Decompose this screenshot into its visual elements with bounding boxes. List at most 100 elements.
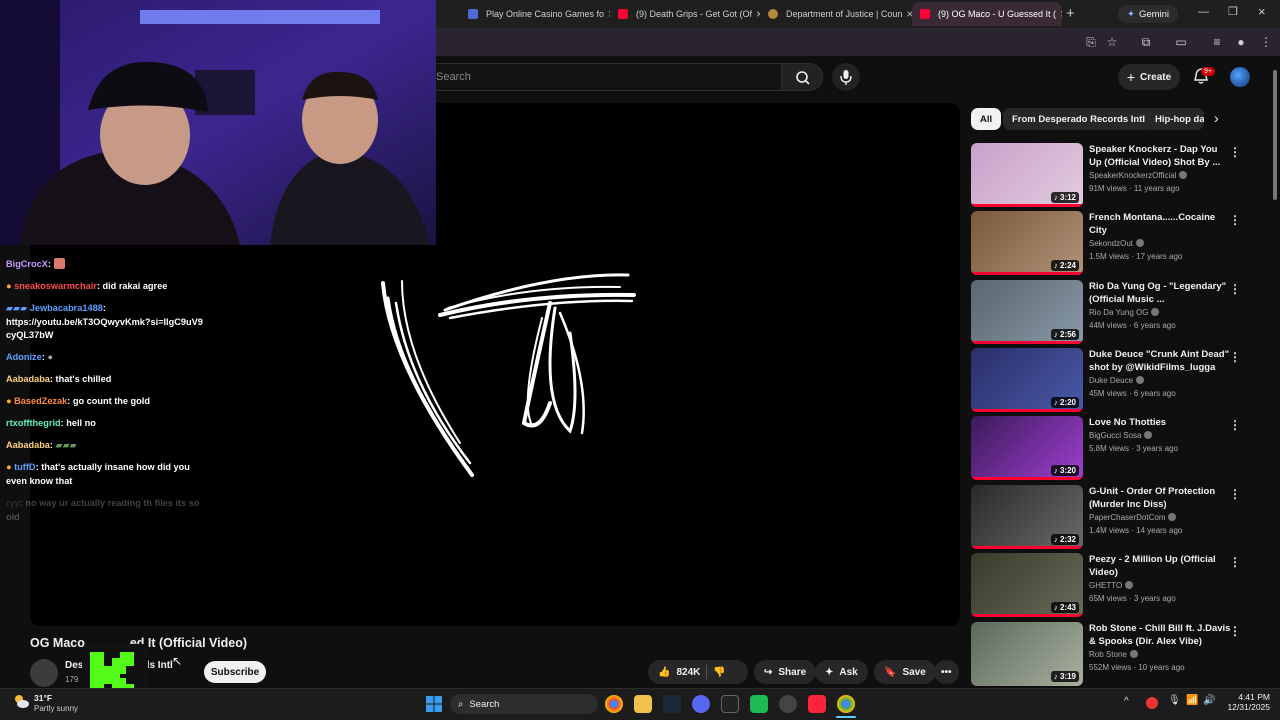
tab-og-maco[interactable]: (9) OG Maco - U Guessed It ( × [912, 2, 1062, 26]
video-thumbnail[interactable]: ♪ 2:24 [971, 211, 1083, 275]
video-thumbnail[interactable]: ♪ 3:20 [971, 416, 1083, 480]
recommendation-title[interactable]: Rob Stone - Chill Bill ft. J.Davis & Spo… [1089, 622, 1231, 648]
video-thumbnail[interactable]: ♪ 2:56 [971, 280, 1083, 344]
video-thumbnail[interactable]: ♪ 3:19 [971, 622, 1083, 686]
close-icon[interactable]: × [902, 7, 912, 21]
recommendation-item[interactable]: ♪ 2:32 G-Unit - Order Of Protection (Murd… [971, 485, 1261, 549]
taskbar-search[interactable]: ⌕ Search [450, 694, 598, 714]
video-thumbnail[interactable]: ♪ 2:32 [971, 485, 1083, 549]
chip-all[interactable]: All [971, 108, 1002, 130]
bookmark-star-icon[interactable]: ☆ [1104, 34, 1120, 50]
steam-icon[interactable] [663, 695, 681, 713]
tab-casino[interactable]: Play Online Casino Games fo × [460, 2, 610, 26]
profile-icon[interactable]: ● [1233, 34, 1249, 50]
like-dislike-group[interactable]: 👍 824K 👎 [648, 660, 748, 684]
search-button[interactable] [781, 63, 823, 91]
recommendation-channel[interactable]: PaperChaserDotCom [1089, 513, 1177, 522]
file-explorer-icon[interactable] [634, 695, 652, 713]
create-button[interactable]: + Create [1118, 64, 1180, 90]
maximize-button[interactable]: ❐ [1228, 5, 1238, 18]
app-icon[interactable] [721, 695, 739, 713]
kebab-menu-icon[interactable]: ⋮ [1229, 145, 1241, 159]
recommendation-title[interactable]: G-Unit - Order Of Protection (Murder Inc… [1089, 485, 1231, 511]
install-app-icon[interactable]: ⎘ [1083, 34, 1099, 50]
chip-from-channel[interactable]: From Desperado Records Intl [1003, 108, 1155, 130]
save-button[interactable]: 🔖 Save [874, 660, 936, 684]
recommendation-title[interactable]: French Montana......Cocaine City [1089, 211, 1231, 237]
tab-label: Play Online Casino Games fo [486, 9, 605, 19]
share-button[interactable]: ↪ Share [754, 660, 817, 684]
window-close-button[interactable]: × [1258, 4, 1266, 19]
chrome-icon[interactable] [605, 695, 623, 713]
ask-button[interactable]: ✦ Ask [815, 660, 868, 684]
recommendation-title[interactable]: Rio Da Yung Og - "Legendary" (Official M… [1089, 280, 1231, 306]
minimize-button[interactable]: — [1198, 6, 1209, 18]
kebab-menu-icon[interactable]: ⋮ [1229, 487, 1241, 501]
recommendation-title[interactable]: Peezy - 2 Million Up (Official Video) [1089, 553, 1231, 579]
recommendation-channel[interactable]: Duke Deuce [1089, 376, 1145, 385]
mic-tray-icon[interactable]: 🎙 [1168, 695, 1181, 706]
recommendation-item[interactable]: ♪ 2:56 Rio Da Yung Og - "Legendary" (Offi… [971, 280, 1261, 344]
tray-app-icon[interactable] [1146, 697, 1158, 709]
video-thumbnail[interactable]: ♪ 2:43 [971, 553, 1083, 617]
recommendation-title[interactable]: Duke Deuce "Crunk Aint Dead" shot by @Wi… [1089, 348, 1231, 374]
recommendation-channel[interactable]: Rob Stone [1089, 650, 1138, 659]
video-thumbnail[interactable]: ♪ 3:12 [971, 143, 1083, 207]
kebab-menu-icon[interactable]: ⋮ [1229, 555, 1241, 569]
recommendation-channel[interactable]: Rio Da Yung OG [1089, 308, 1160, 317]
close-icon[interactable]: × [752, 7, 760, 21]
thumbs-up-icon[interactable]: 👍 [658, 667, 670, 678]
thumbs-down-icon[interactable]: 👎 [713, 667, 725, 678]
kebab-menu-icon[interactable]: ⋮ [1229, 418, 1241, 432]
new-tab-button[interactable]: + [1066, 5, 1075, 22]
recommendation-channel[interactable]: SpeakerKnockerzOfficial [1089, 171, 1188, 180]
menu-dots-icon[interactable]: ⋮ [1258, 34, 1274, 50]
recommendation-item[interactable]: ♪ 2:43 Peezy - 2 Million Up (Official Vid… [971, 553, 1261, 617]
tray-chevron-icon[interactable]: ^ [1124, 696, 1129, 707]
video-thumbnail[interactable]: ♪ 2:20 [971, 348, 1083, 412]
voice-search-button[interactable] [832, 63, 860, 91]
recommendation-item[interactable]: ♪ 3:20 Love No Thotties BigGucci Sosa 5.8M … [971, 416, 1261, 480]
clock[interactable]: 4:41 PM 12/31/2025 [1222, 692, 1270, 712]
kebab-menu-icon[interactable]: ⋮ [1229, 282, 1241, 296]
gemini-button[interactable]: ✦ Gemini [1118, 5, 1178, 23]
chevron-right-icon[interactable]: › [1214, 110, 1219, 126]
weather-desc: Partly sunny [34, 704, 79, 713]
windows-start-icon[interactable] [426, 696, 442, 712]
recommendation-item[interactable]: ♪ 3:19 Rob Stone - Chill Bill ft. J.Davis… [971, 622, 1261, 686]
recommendation-channel[interactable]: SekondzOut [1089, 239, 1145, 248]
cast-icon[interactable]: ▭ [1173, 34, 1189, 50]
weather-icon[interactable] [12, 692, 30, 710]
recommendation-item[interactable]: ♪ 2:24 French Montana......Cocaine City Se… [971, 211, 1261, 275]
chrome-active-icon[interactable] [837, 695, 855, 713]
scrollbar[interactable] [1272, 60, 1278, 686]
volume-icon[interactable]: 🔊 [1203, 695, 1215, 706]
account-avatar[interactable] [1230, 67, 1250, 87]
media-icon[interactable]: ≡ [1209, 34, 1225, 50]
music-icon[interactable] [808, 695, 826, 713]
recommendation-item[interactable]: ♪ 2:20 Duke Deuce "Crunk Aint Dead" shot … [971, 348, 1261, 412]
kebab-menu-icon[interactable]: ⋮ [1229, 624, 1241, 638]
recommendation-channel[interactable]: GHETTO [1089, 581, 1134, 590]
tab-doj[interactable]: Department of Justice | Coun × [760, 2, 912, 26]
recommendation-item[interactable]: ♪ 3:12 Speaker Knockerz - Dap You Up (Off… [971, 143, 1261, 207]
kebab-menu-icon[interactable]: ⋮ [1229, 350, 1241, 364]
tab-death-grips[interactable]: (9) Death Grips - Get Got (Of × [610, 2, 760, 26]
subscribe-button[interactable]: Subscribe [204, 661, 266, 683]
recommendation-title[interactable]: Love No Thotties [1089, 416, 1231, 429]
more-actions-button[interactable]: ••• [934, 660, 959, 684]
extensions-icon[interactable]: ⧉ [1138, 34, 1154, 50]
recommendation-title[interactable]: Speaker Knockerz - Dap You Up (Official … [1089, 143, 1231, 169]
chip-hiphop[interactable]: Hip-hop da [1146, 108, 1204, 130]
app-green-icon[interactable] [750, 695, 768, 713]
close-icon[interactable]: × [1056, 7, 1062, 21]
badges-icon: ▰▰▰ [6, 303, 28, 313]
recommendation-channel[interactable]: BigGucci Sosa [1089, 431, 1153, 440]
discord-icon[interactable] [692, 695, 710, 713]
scrollbar-thumb[interactable] [1273, 70, 1277, 200]
network-icon[interactable]: 📶 [1186, 695, 1198, 706]
channel-avatar[interactable] [30, 659, 58, 687]
settings-icon[interactable] [779, 695, 797, 713]
kebab-menu-icon[interactable]: ⋮ [1229, 213, 1241, 227]
search-input[interactable]: Search [425, 63, 781, 91]
